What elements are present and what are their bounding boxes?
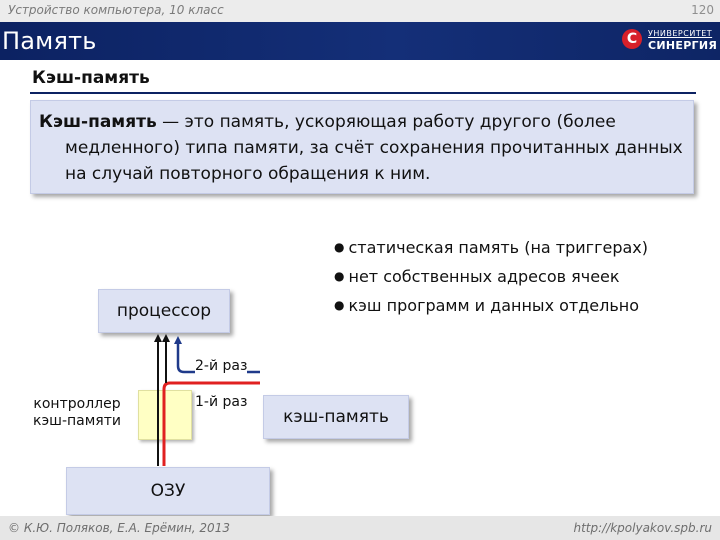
bullet-icon: ● — [334, 269, 345, 283]
processor-box: процессор — [98, 289, 230, 333]
section-heading: Кэш-память — [32, 68, 150, 88]
first-access-label: 1-й раз — [195, 394, 248, 410]
bullet-icon: ● — [334, 298, 345, 312]
bullet-icon: ● — [334, 240, 345, 254]
course-label: Устройство компьютера, 10 класс — [8, 3, 224, 17]
ram-box: ОЗУ — [66, 467, 270, 515]
list-item: ● нет собственных адресов ячеек — [334, 267, 620, 286]
list-item: ● кэш программ и данных отдельно — [334, 296, 640, 315]
definition-box: Кэш-память — это память, ускоряющая рабо… — [30, 100, 694, 194]
section-divider — [30, 92, 696, 94]
site-url: http://kpolyakov.spb.ru — [573, 521, 712, 535]
synergy-logo-icon: С — [622, 29, 642, 49]
list-item: ● статическая память (на триггерах) — [334, 238, 648, 257]
logo-university-text: УНИВЕРСИТЕТ — [648, 29, 713, 38]
title-bar: Память С УНИВЕРСИТЕТ СИНЕРГИЯ — [0, 22, 720, 60]
slide-title: Память — [2, 27, 97, 55]
page-number: 120 — [691, 3, 714, 17]
cache-controller-box — [138, 390, 192, 440]
cache-controller-label: контроллер кэш-памяти — [33, 396, 121, 429]
second-access-label: 2-й раз — [195, 358, 248, 374]
feature-list: ● статическая память (на триггерах) ● нет … — [334, 234, 648, 321]
copyright-text: © К.Ю. Поляков, Е.А. Ерёмин, 2013 — [8, 521, 230, 535]
logo-brand-text: СИНЕРГИЯ — [648, 39, 718, 52]
definition-term: Кэш-память — [39, 112, 157, 132]
footer-band: © К.Ю. Поляков, Е.А. Ерёмин, 2013 http:/… — [0, 516, 720, 540]
synergy-logo: С УНИВЕРСИТЕТ СИНЕРГИЯ — [622, 27, 718, 55]
header-band: Устройство компьютера, 10 класс 120 — [0, 0, 720, 22]
definition-text: Кэш-память — это память, ускоряющая рабо… — [39, 109, 705, 187]
cache-memory-box: кэш-память — [263, 395, 409, 439]
definition-body: — это память, ускоряющая работу другого … — [65, 112, 683, 184]
slide: Устройство компьютера, 10 класс 120 Памя… — [0, 0, 720, 540]
